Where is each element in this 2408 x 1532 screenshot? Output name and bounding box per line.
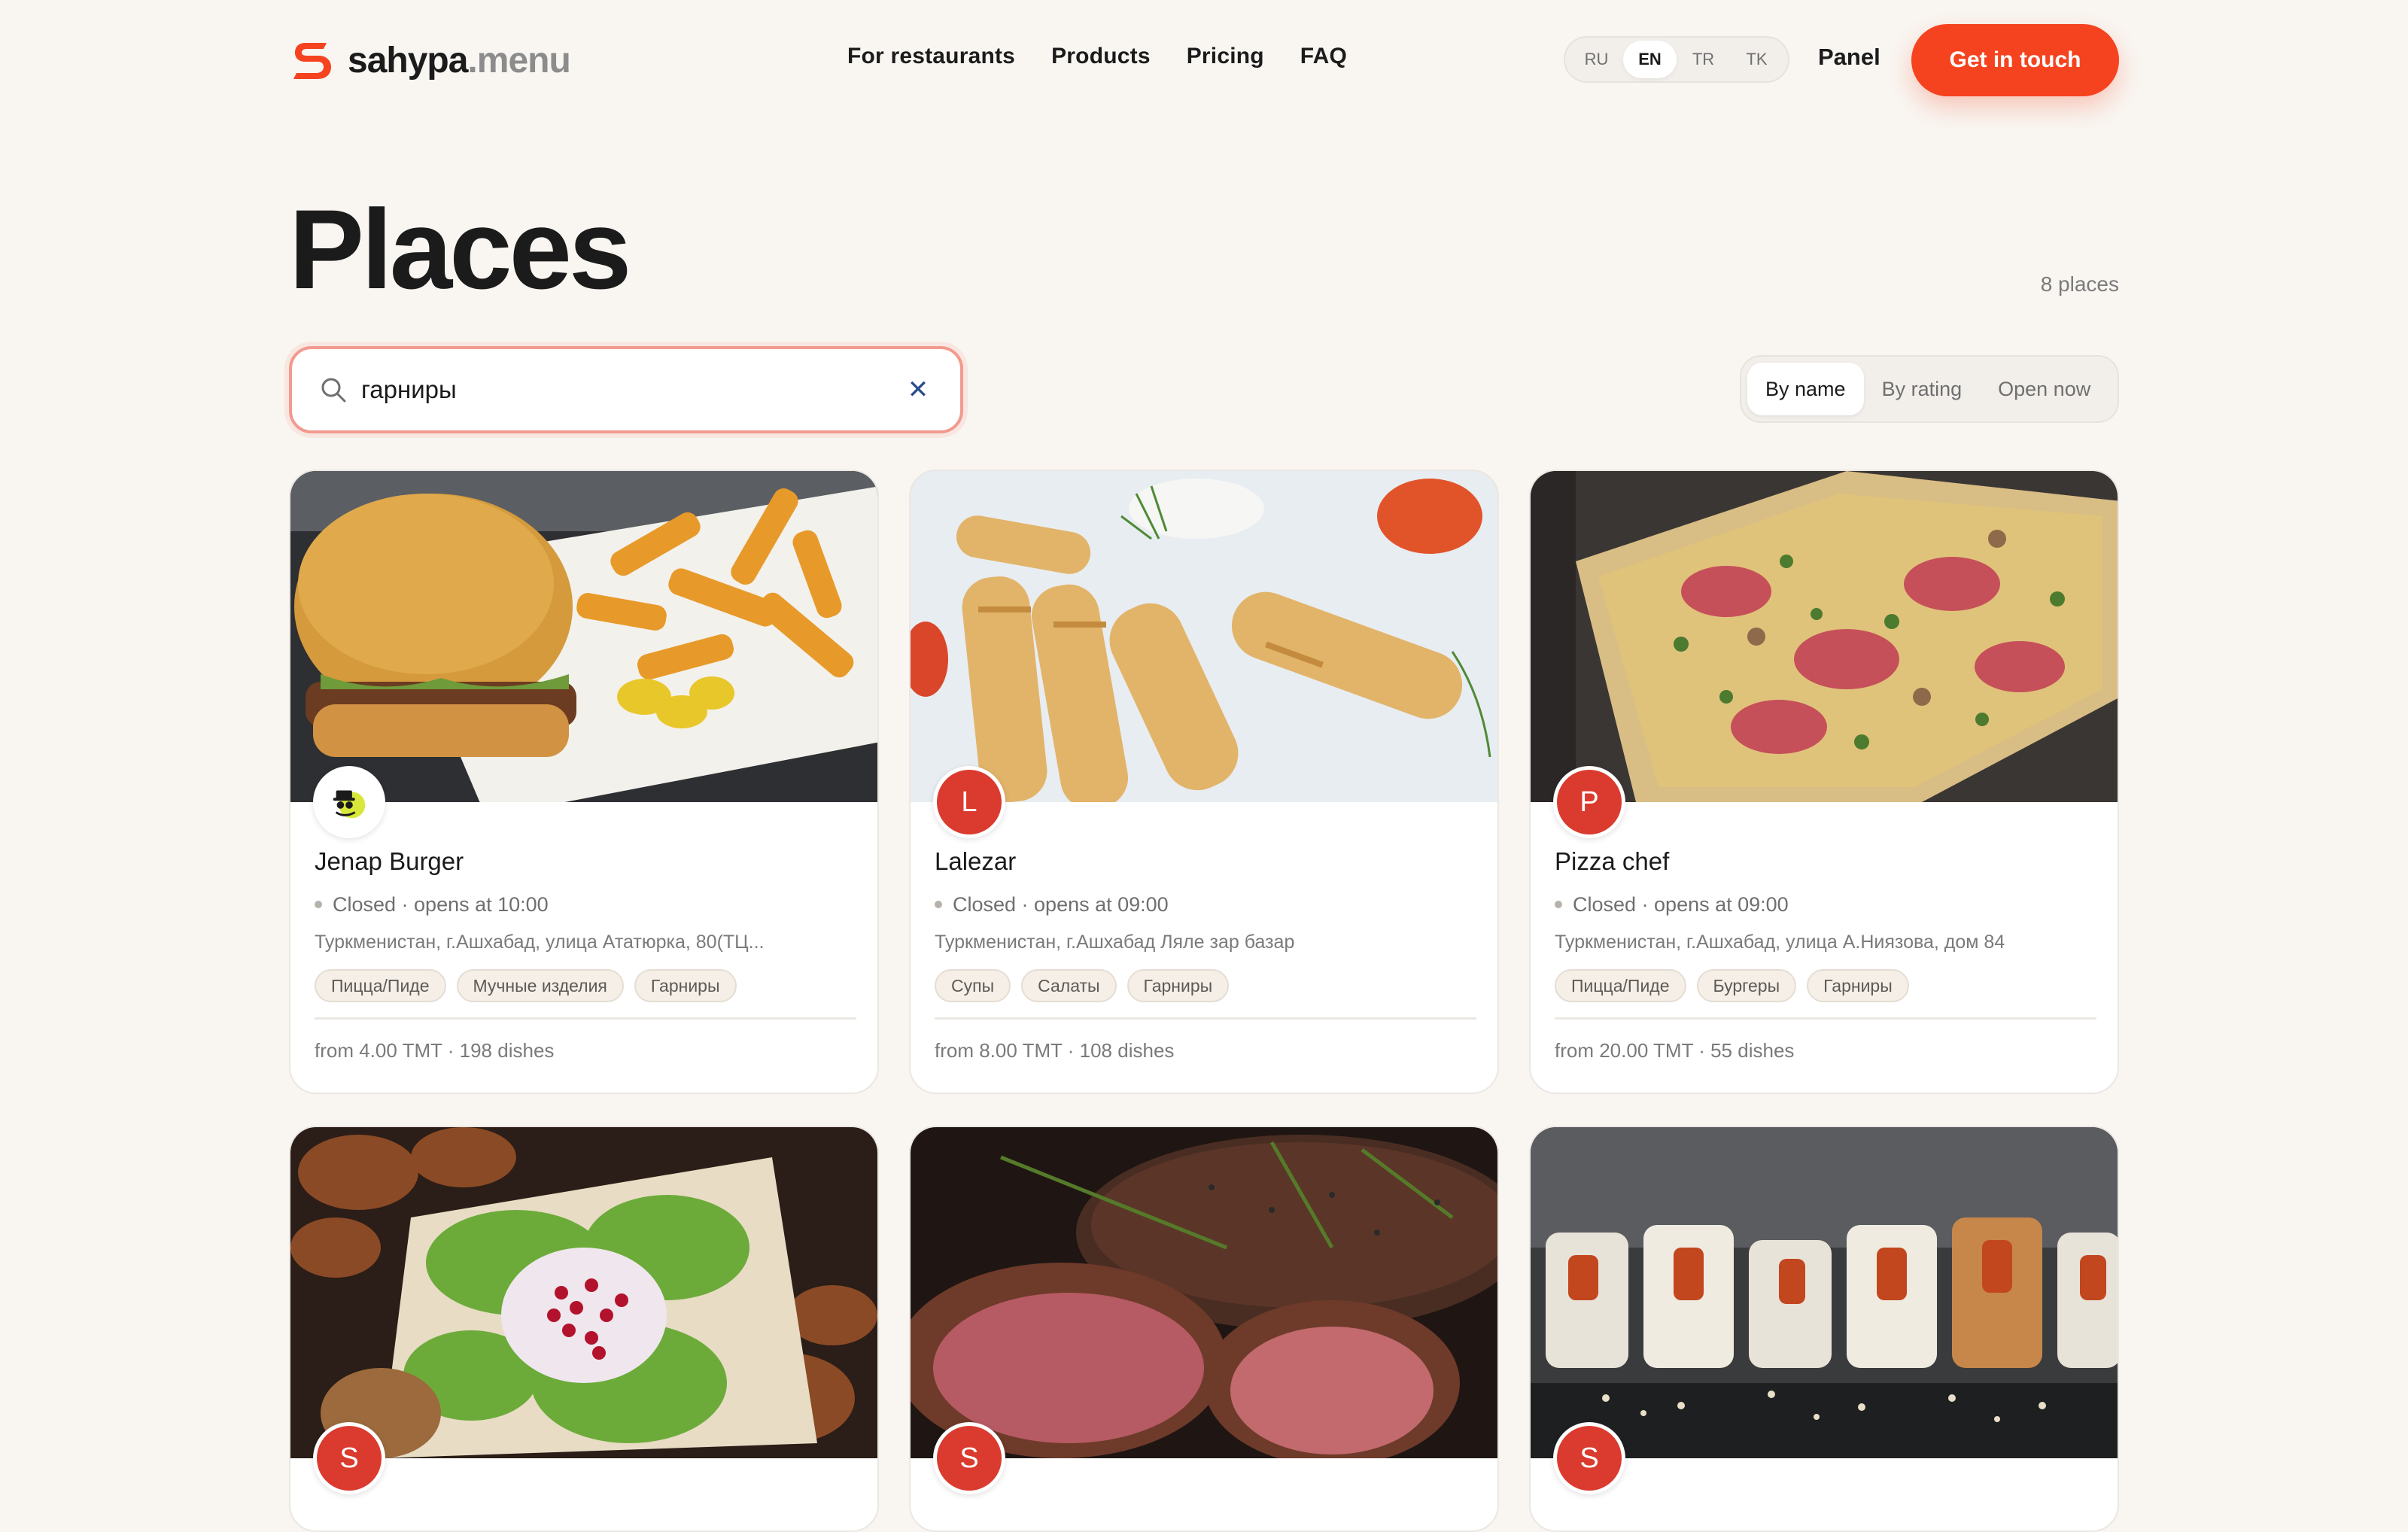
panel-link[interactable]: Panel (1818, 44, 1880, 71)
category-tag[interactable]: Гарниры (634, 969, 737, 1002)
status-text: Closed · opens at 10:00 (333, 892, 549, 916)
restaurant-address: Туркменистан, г.Ашхабад, улица А.Ниязова… (1555, 932, 2005, 953)
price-and-dish-count: from 4.00 TMT · 198 dishes (315, 1039, 555, 1062)
get-in-touch-button[interactable]: Get in touch (1911, 24, 2119, 96)
place-card[interactable]: P Pizza chef Closed · opens at 09:00 Тур… (1529, 470, 2119, 1094)
logo-suffix: .menu (467, 40, 570, 81)
price-and-dish-count: from 20.00 TMT · 55 dishes (1555, 1039, 1795, 1062)
nav-products[interactable]: Products (1051, 44, 1151, 69)
category-tags: Пицца/Пиде Мучные изделия Гарниры (315, 969, 856, 1002)
lang-en[interactable]: EN (1623, 41, 1677, 78)
open-status: Closed · opens at 09:00 (1555, 891, 2096, 918)
restaurant-avatar: S (933, 1422, 1005, 1494)
price-and-dish-count: from 8.00 TMT · 108 dishes (935, 1039, 1175, 1062)
card-divider (935, 1017, 1476, 1020)
pizza-photo (1531, 471, 2118, 802)
status-dot-icon (935, 901, 942, 908)
places-count: 8 places (2040, 272, 2119, 296)
category-tag[interactable]: Мучные изделия (456, 969, 624, 1002)
category-tag[interactable]: Пицца/Пиде (315, 969, 446, 1002)
lang-ru[interactable]: RU (1570, 41, 1623, 78)
burger-photo (290, 471, 877, 802)
open-status: Closed · opens at 09:00 (935, 891, 1476, 918)
place-card[interactable]: Jenap Burger Closed · opens at 10:00 Тур… (289, 470, 879, 1094)
lang-tr[interactable]: TR (1677, 41, 1730, 78)
restaurant-avatar: P (1553, 766, 1625, 838)
jenap-burger-logo-icon (333, 790, 366, 819)
language-switcher: RU EN TR TK (1564, 36, 1789, 83)
restaurant-name[interactable]: Lalezar (935, 847, 1476, 880)
search-icon (321, 378, 346, 403)
sort-by-rating[interactable]: By rating (1864, 363, 1981, 415)
category-tag[interactable]: Гарниры (1126, 969, 1230, 1002)
sort-open-now[interactable]: Open now (1980, 363, 2109, 415)
restaurant-name[interactable]: Jenap Burger (315, 847, 856, 880)
search-box: ✕ (289, 346, 963, 433)
logo-wordmark: sahypa (348, 40, 468, 81)
main-nav: For restaurants Products Pricing FAQ (847, 44, 1347, 69)
category-tag[interactable]: Гарниры (1807, 969, 1909, 1002)
category-tag[interactable]: Пицца/Пиде (1555, 969, 1686, 1002)
restaurant-avatar: S (313, 1422, 385, 1494)
site-header: sahypa.menu For restaurants Products Pri… (289, 23, 2119, 98)
sort-toggle: By name By rating Open now (1740, 355, 2119, 423)
site-logo[interactable]: sahypa.menu (289, 32, 571, 89)
steak-photo (911, 1127, 1497, 1458)
place-card[interactable]: S (289, 1126, 879, 1532)
restaurant-avatar (313, 766, 385, 838)
category-tag[interactable]: Салаты (1021, 969, 1117, 1002)
place-card[interactable]: S (1529, 1126, 2119, 1532)
rolls-photo (911, 471, 1497, 802)
restaurant-avatar: S (1553, 1422, 1625, 1494)
category-tags: Супы Салаты Гарниры (935, 969, 1476, 1002)
lang-tk[interactable]: TK (1730, 41, 1783, 78)
search-input[interactable] (361, 375, 903, 404)
nav-for-restaurants[interactable]: For restaurants (847, 44, 1015, 69)
open-status: Closed · opens at 10:00 (315, 891, 856, 918)
place-card[interactable]: S (909, 1126, 1499, 1532)
logo-mark-icon (293, 43, 331, 79)
category-tag[interactable]: Супы (935, 969, 1011, 1002)
status-text: Closed · opens at 09:00 (1573, 892, 1789, 916)
status-dot-icon (1555, 901, 1562, 908)
place-card[interactable]: L Lalezar Closed · opens at 09:00 Туркме… (909, 470, 1499, 1094)
restaurant-name[interactable]: Pizza chef (1555, 847, 2096, 880)
sort-by-name[interactable]: By name (1747, 363, 1864, 415)
nav-pricing[interactable]: Pricing (1187, 44, 1264, 69)
sushi-photo (1531, 1127, 2118, 1458)
nav-faq[interactable]: FAQ (1300, 44, 1347, 69)
restaurant-address: Туркменистан, г.Ашхабад Ляле зар базар (935, 932, 1295, 953)
page-title: Places (289, 186, 631, 312)
status-dot-icon (315, 901, 322, 908)
category-tag[interactable]: Бургеры (1696, 969, 1797, 1002)
restaurant-address: Туркменистан, г.Ашхабад, улица Ататюрка,… (315, 932, 765, 953)
close-icon[interactable]: ✕ (903, 375, 933, 405)
kebab-salad-photo (290, 1127, 877, 1458)
card-divider (315, 1017, 856, 1020)
status-text: Closed · opens at 09:00 (953, 892, 1169, 916)
card-divider (1555, 1017, 2096, 1020)
category-tags: Пицца/Пиде Бургеры Гарниры (1555, 969, 2096, 1002)
restaurant-avatar: L (933, 766, 1005, 838)
